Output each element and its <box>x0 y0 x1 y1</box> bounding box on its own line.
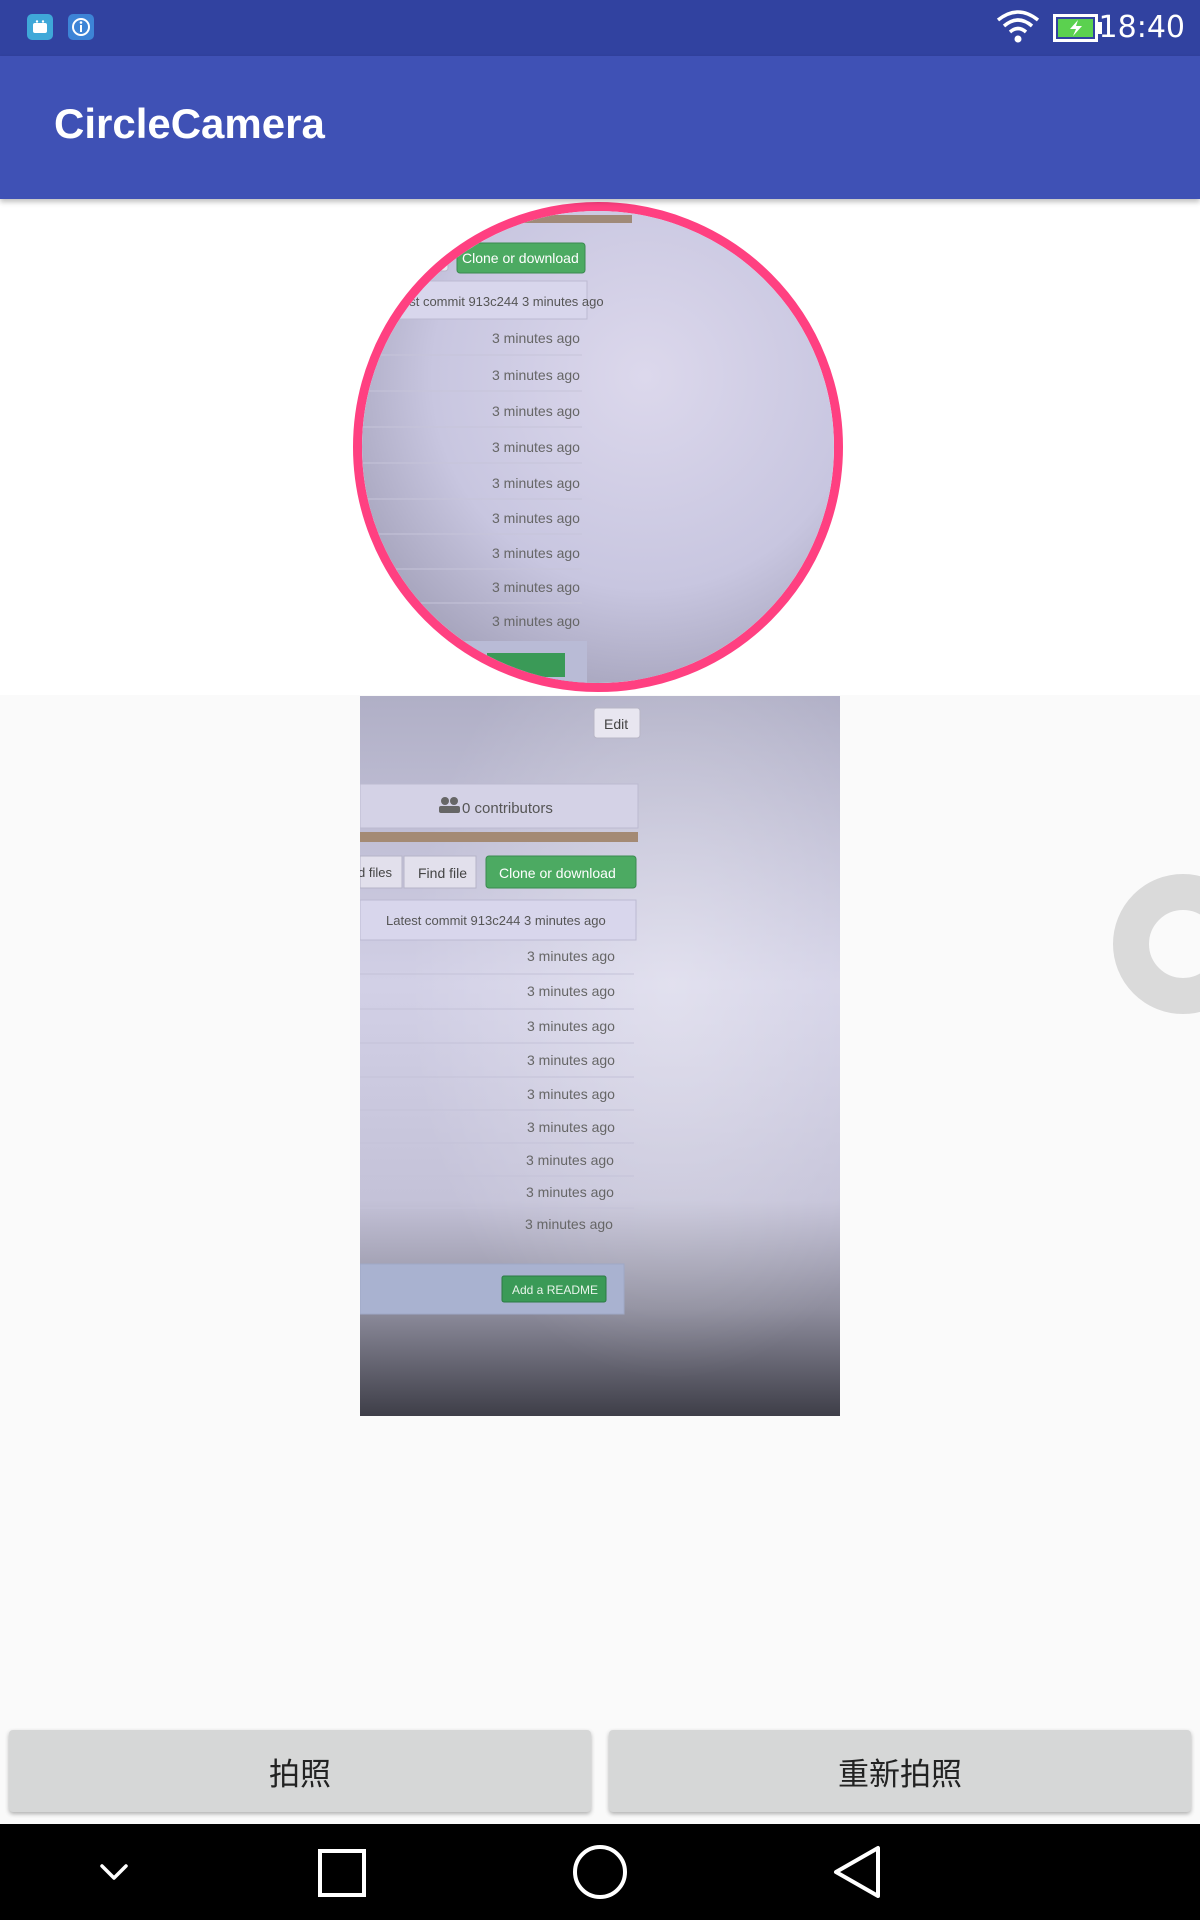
preview-row-time: 3 minutes ago <box>492 510 580 526</box>
preview-row-time: 3 minutes ago <box>492 367 580 383</box>
photo-edit-button-text: Edit <box>604 716 628 732</box>
preview-row-time: 3 minutes ago <box>492 330 580 346</box>
photo-contributors-text: 0 contributors <box>462 800 553 817</box>
chevron-down-icon[interactable] <box>96 1842 132 1902</box>
preview-row-time: 3 minutes ago <box>492 579 580 595</box>
clock: 18:40 <box>1098 10 1185 45</box>
photo-row-time: 3 minutes ago <box>526 1184 614 1200</box>
photo-upload-tab-text: d files <box>360 865 392 880</box>
photo-readme-button-text: Add a README <box>512 1283 598 1297</box>
preview-row-time: 3 minutes ago <box>492 439 580 455</box>
photo-row-time: 3 minutes ago <box>527 1018 615 1034</box>
preview-row-time: 3 minutes ago <box>492 545 580 561</box>
preview-section: Clone or download est commit 913c244 3 m… <box>0 199 1200 695</box>
preview-row-time: 3 minutes ago <box>492 475 580 491</box>
recents-icon[interactable] <box>316 1842 370 1902</box>
preview-commit-text: est commit 913c244 3 minutes ago <box>402 294 604 309</box>
battery-charging-icon <box>1053 14 1102 42</box>
photo-row-time: 3 minutes ago <box>527 948 615 964</box>
photo-row-time: 3 minutes ago <box>527 1086 615 1102</box>
back-icon[interactable] <box>830 1842 890 1902</box>
shutter-ring-button[interactable] <box>1113 874 1200 1014</box>
info-icon <box>68 14 94 40</box>
take-photo-button[interactable]: 拍照 <box>9 1730 591 1812</box>
preview-image: Clone or download est commit 913c244 3 m… <box>362 211 834 683</box>
app-bar: CircleCamera <box>0 56 1200 199</box>
app-title: CircleCamera <box>54 100 325 147</box>
photo-row-time: 3 minutes ago <box>527 983 615 999</box>
preview-row-time: 3 minutes ago <box>492 403 580 419</box>
preview-row-time: 3 minutes ago <box>492 613 580 629</box>
photo-row-time: 3 minutes ago <box>526 1152 614 1168</box>
captured-photo: Edit 0 contributors d files Find file Cl… <box>360 696 840 1416</box>
photo-row-time: 3 minutes ago <box>527 1119 615 1135</box>
photo-clone-button-text: Clone or download <box>499 865 616 881</box>
home-icon[interactable] <box>570 1842 630 1902</box>
photo-row-time: 3 minutes ago <box>527 1052 615 1068</box>
photo-find-file-text: Find file <box>418 865 467 881</box>
wifi-icon <box>996 10 1040 43</box>
photo-row-time: 3 minutes ago <box>525 1216 613 1232</box>
navigation-bar <box>0 1824 1200 1920</box>
status-bar: 18:40 <box>0 0 1200 56</box>
retake-photo-button[interactable]: 重新拍照 <box>609 1730 1191 1812</box>
photo-image: Edit 0 contributors d files Find file Cl… <box>360 696 840 1416</box>
circle-camera-preview[interactable]: Clone or download est commit 913c244 3 m… <box>353 202 843 692</box>
photo-commit-text: Latest commit 913c244 3 minutes ago <box>386 913 606 928</box>
preview-clone-button-text: Clone or download <box>462 250 579 266</box>
android-icon <box>27 14 53 40</box>
